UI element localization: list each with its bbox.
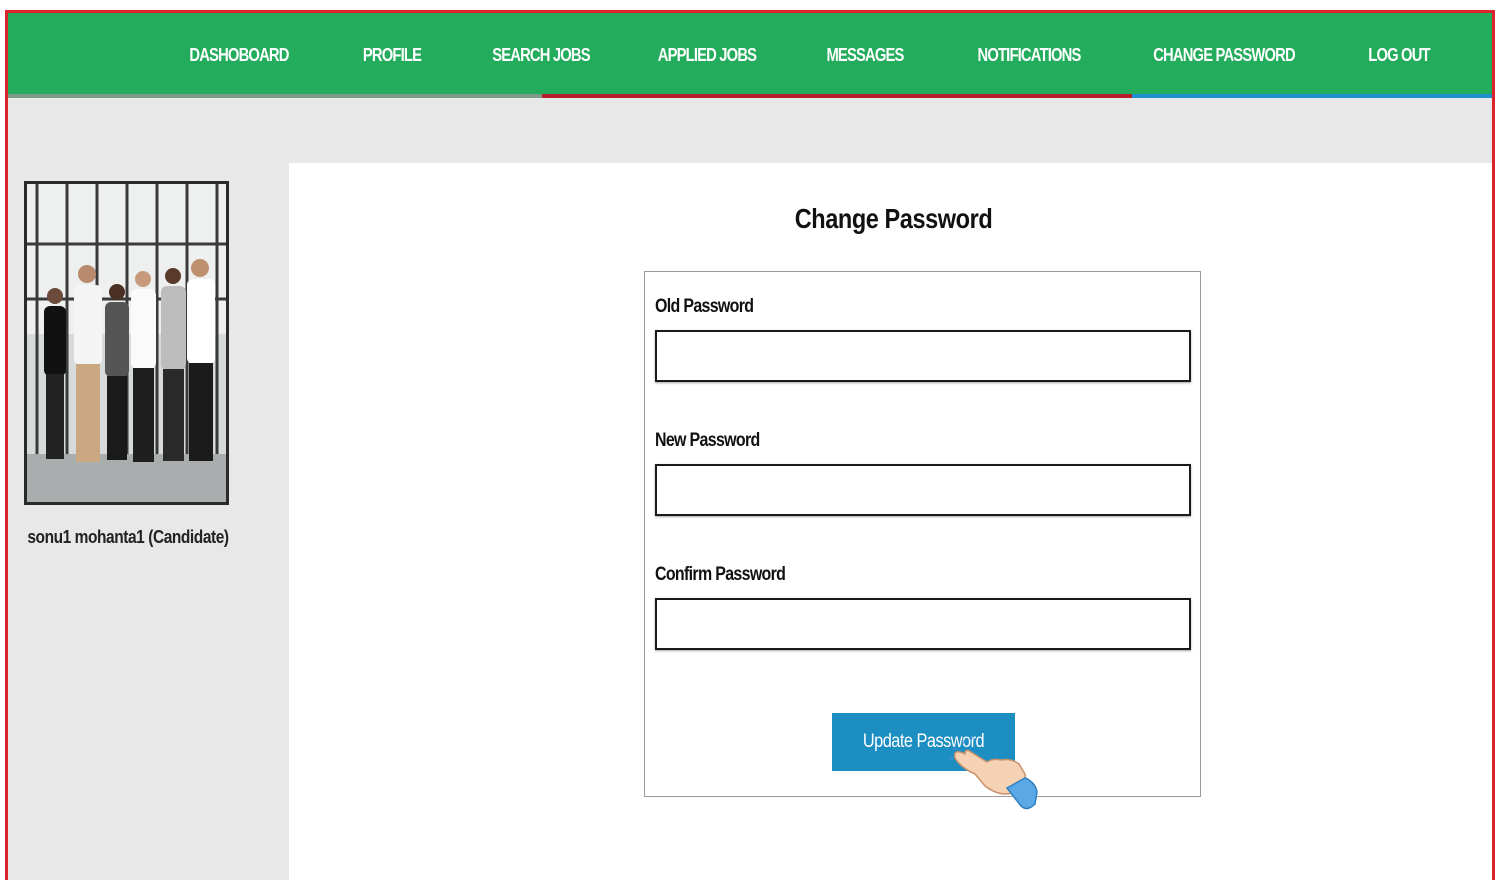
nav-underline-segment	[542, 94, 1132, 98]
nav-applied-jobs[interactable]: APPLIED JOBS	[658, 13, 757, 97]
change-password-panel: Change Password Old Password New Passwor…	[289, 163, 1492, 880]
change-password-form: Old Password New Password Confirm Passwo…	[644, 271, 1201, 810]
confirm-password-input[interactable]	[655, 598, 1191, 650]
old-password-label: Old Password	[655, 296, 754, 317]
main-nav: DASHOBOARD PROFILE SEARCH JOBS APPLIED J…	[8, 13, 1492, 97]
update-password-button-label: Update Password	[862, 731, 985, 752]
confirm-password-label: Confirm Password	[655, 564, 786, 585]
profile-photo	[24, 181, 229, 505]
nav-messages[interactable]: MESSAGES	[826, 13, 904, 97]
nav-change-password[interactable]: CHANGE PASSWORD	[1153, 13, 1295, 97]
team-photo-illustration	[27, 184, 226, 502]
page-title: Change Password	[794, 203, 993, 234]
new-password-input[interactable]	[655, 464, 1191, 516]
app-frame: DASHOBOARD PROFILE SEARCH JOBS APPLIED J…	[5, 10, 1495, 880]
nav-search-jobs[interactable]: SEARCH JOBS	[492, 13, 590, 97]
nav-log-out[interactable]: LOG OUT	[1368, 13, 1430, 97]
nav-active-indicator	[1132, 94, 1492, 98]
nav-notifications[interactable]: NOTIFICATIONS	[977, 13, 1081, 97]
user-name-label: sonu1 mohanta1 (Candidate)	[27, 527, 229, 547]
old-password-input[interactable]	[655, 330, 1191, 382]
nav-dashboard[interactable]: DASHOBOARD	[189, 13, 289, 97]
top-navigation-bar: DASHOBOARD PROFILE SEARCH JOBS APPLIED J…	[8, 13, 1492, 98]
new-password-label: New Password	[655, 430, 760, 451]
nav-profile[interactable]: PROFILE	[363, 13, 422, 97]
update-password-button[interactable]: Update Password	[832, 713, 1015, 771]
sidebar: sonu1 mohanta1 (Candidate)	[8, 97, 289, 880]
